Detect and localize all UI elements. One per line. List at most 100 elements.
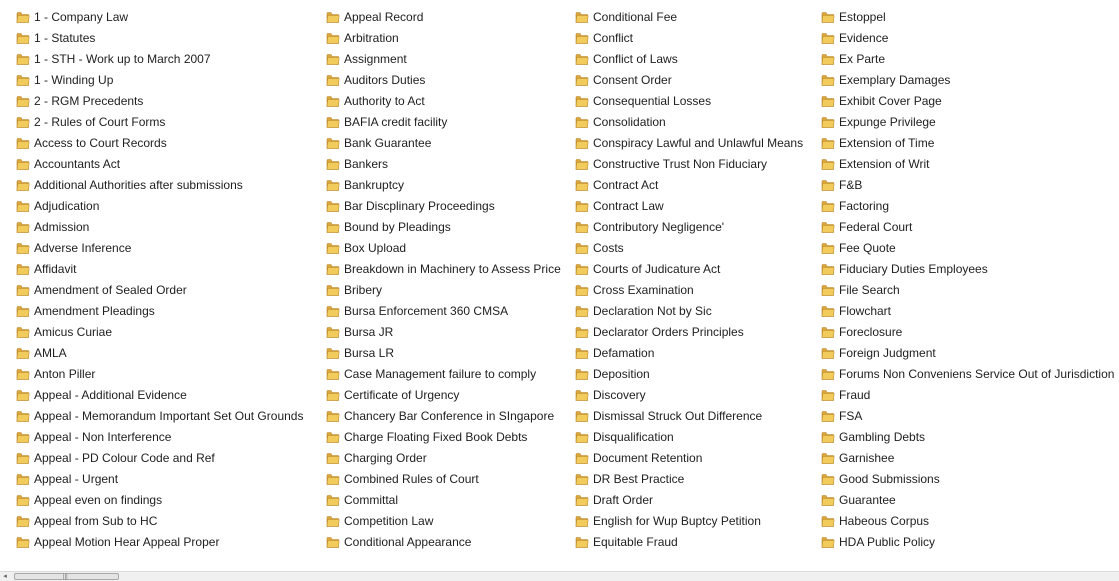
folder-item[interactable]: Conflict <box>575 27 803 48</box>
folder-item[interactable]: Appeal Motion Hear Appeal Proper <box>16 531 303 552</box>
folder-item[interactable]: Bankers <box>326 153 561 174</box>
folder-item[interactable]: Arbitration <box>326 27 561 48</box>
folder-item[interactable]: Expunge Privilege <box>821 111 1114 132</box>
folder-item[interactable]: Deposition <box>575 363 803 384</box>
folder-item[interactable]: Conspiracy Lawful and Unlawful Means <box>575 132 803 153</box>
folder-item[interactable]: Appeal - PD Colour Code and Ref <box>16 447 303 468</box>
folder-item[interactable]: Competition Law <box>326 510 561 531</box>
folder-item[interactable]: Good Submissions <box>821 468 1114 489</box>
scroll-left-arrow[interactable]: ◂ <box>0 572 10 581</box>
folder-item[interactable]: Bank Guarantee <box>326 132 561 153</box>
folder-item[interactable]: F&B <box>821 174 1114 195</box>
folder-item[interactable]: Appeal - Additional Evidence <box>16 384 303 405</box>
folder-item[interactable]: Bribery <box>326 279 561 300</box>
folder-item[interactable]: Habeous Corpus <box>821 510 1114 531</box>
folder-item[interactable]: Exhibit Cover Page <box>821 90 1114 111</box>
folder-item[interactable]: Equitable Fraud <box>575 531 803 552</box>
folder-item[interactable]: Exemplary Damages <box>821 69 1114 90</box>
scrollbar-thumb[interactable]: ||| <box>14 573 119 580</box>
folder-item[interactable]: Extension of Writ <box>821 153 1114 174</box>
folder-item[interactable]: Accountants Act <box>16 153 303 174</box>
folder-item[interactable]: Consequential Losses <box>575 90 803 111</box>
folder-item[interactable]: Draft Order <box>575 489 803 510</box>
folder-item[interactable]: Constructive Trust Non Fiduciary <box>575 153 803 174</box>
folder-item[interactable]: Bursa LR <box>326 342 561 363</box>
folder-item[interactable]: Foreclosure <box>821 321 1114 342</box>
folder-item[interactable]: Bursa JR <box>326 321 561 342</box>
folder-item[interactable]: Chancery Bar Conference in SIngapore <box>326 405 561 426</box>
folder-item[interactable]: Appeal - Urgent <box>16 468 303 489</box>
folder-item[interactable]: Forums Non Conveniens Service Out of Jur… <box>821 363 1114 384</box>
folder-item[interactable]: Garnishee <box>821 447 1114 468</box>
folder-item[interactable]: Fee Quote <box>821 237 1114 258</box>
folder-item[interactable]: 2 - RGM Precedents <box>16 90 303 111</box>
folder-item[interactable]: 2 - Rules of Court Forms <box>16 111 303 132</box>
folder-item[interactable]: Authority to Act <box>326 90 561 111</box>
folder-item[interactable]: Contract Act <box>575 174 803 195</box>
folder-item[interactable]: Contributory Negligence' <box>575 216 803 237</box>
folder-item[interactable]: Contract Law <box>575 195 803 216</box>
folder-item[interactable]: Federal Court <box>821 216 1114 237</box>
folder-item[interactable]: BAFIA credit facility <box>326 111 561 132</box>
folder-item[interactable]: Bound by Pleadings <box>326 216 561 237</box>
folder-item[interactable]: Admission <box>16 216 303 237</box>
folder-item[interactable]: Extension of Time <box>821 132 1114 153</box>
folder-item[interactable]: Document Retention <box>575 447 803 468</box>
folder-item[interactable]: Appeal from Sub to HC <box>16 510 303 531</box>
folder-item[interactable]: Appeal - Non Interference <box>16 426 303 447</box>
folder-item[interactable]: Breakdown in Machinery to Assess Price <box>326 258 561 279</box>
folder-item[interactable]: DR Best Practice <box>575 468 803 489</box>
folder-item[interactable]: Appeal - Memorandum Important Set Out Gr… <box>16 405 303 426</box>
folder-item[interactable]: Adverse Inference <box>16 237 303 258</box>
folder-item[interactable]: Appeal Record <box>326 6 561 27</box>
folder-item[interactable]: Fraud <box>821 384 1114 405</box>
folder-item[interactable]: FSA <box>821 405 1114 426</box>
folder-item[interactable]: Bankruptcy <box>326 174 561 195</box>
folder-item[interactable]: Certificate of Urgency <box>326 384 561 405</box>
folder-item[interactable]: Consolidation <box>575 111 803 132</box>
folder-item[interactable]: Cross Examination <box>575 279 803 300</box>
folder-item[interactable]: Amicus Curiae <box>16 321 303 342</box>
folder-item[interactable]: Conditional Fee <box>575 6 803 27</box>
folder-item[interactable]: Adjudication <box>16 195 303 216</box>
folder-item[interactable]: Flowchart <box>821 300 1114 321</box>
horizontal-scrollbar[interactable]: ◂ ||| <box>0 571 1119 581</box>
folder-item[interactable]: Discovery <box>575 384 803 405</box>
folder-item[interactable]: Appeal even on findings <box>16 489 303 510</box>
folder-item[interactable]: Fiduciary Duties Employees <box>821 258 1114 279</box>
folder-item[interactable]: Access to Court Records <box>16 132 303 153</box>
folder-item[interactable]: Anton Piller <box>16 363 303 384</box>
folder-item[interactable]: Charging Order <box>326 447 561 468</box>
folder-item[interactable]: Estoppel <box>821 6 1114 27</box>
folder-item[interactable]: Dismissal Struck Out Difference <box>575 405 803 426</box>
folder-item[interactable]: Evidence <box>821 27 1114 48</box>
folder-item[interactable]: Bursa Enforcement 360 CMSA <box>326 300 561 321</box>
folder-item[interactable]: 1 - Company Law <box>16 6 303 27</box>
folder-item[interactable]: Conflict of Laws <box>575 48 803 69</box>
folder-item[interactable]: Defamation <box>575 342 803 363</box>
folder-item[interactable]: Consent Order <box>575 69 803 90</box>
folder-item[interactable]: English for Wup Buptcy Petition <box>575 510 803 531</box>
folder-item[interactable]: Bar Discplinary Proceedings <box>326 195 561 216</box>
folder-item[interactable]: File Search <box>821 279 1114 300</box>
folder-item[interactable]: Auditors Duties <box>326 69 561 90</box>
folder-item[interactable]: 1 - Statutes <box>16 27 303 48</box>
folder-item[interactable]: Ex Parte <box>821 48 1114 69</box>
folder-item[interactable]: Guarantee <box>821 489 1114 510</box>
folder-item[interactable]: AMLA <box>16 342 303 363</box>
folder-item[interactable]: Conditional Appearance <box>326 531 561 552</box>
folder-item[interactable]: 1 - STH - Work up to March 2007 <box>16 48 303 69</box>
folder-item[interactable]: Amendment of Sealed Order <box>16 279 303 300</box>
folder-item[interactable]: Gambling Debts <box>821 426 1114 447</box>
folder-item[interactable]: Amendment Pleadings <box>16 300 303 321</box>
folder-item[interactable]: Disqualification <box>575 426 803 447</box>
folder-item[interactable]: Committal <box>326 489 561 510</box>
folder-item[interactable]: Charge Floating Fixed Book Debts <box>326 426 561 447</box>
folder-item[interactable]: Additional Authorities after submissions <box>16 174 303 195</box>
folder-item[interactable]: Declaration Not by Sic <box>575 300 803 321</box>
folder-item[interactable]: Box Upload <box>326 237 561 258</box>
folder-item[interactable]: Case Management failure to comply <box>326 363 561 384</box>
folder-item[interactable]: Combined Rules of Court <box>326 468 561 489</box>
folder-item[interactable]: Declarator Orders Principles <box>575 321 803 342</box>
folder-item[interactable]: Affidavit <box>16 258 303 279</box>
